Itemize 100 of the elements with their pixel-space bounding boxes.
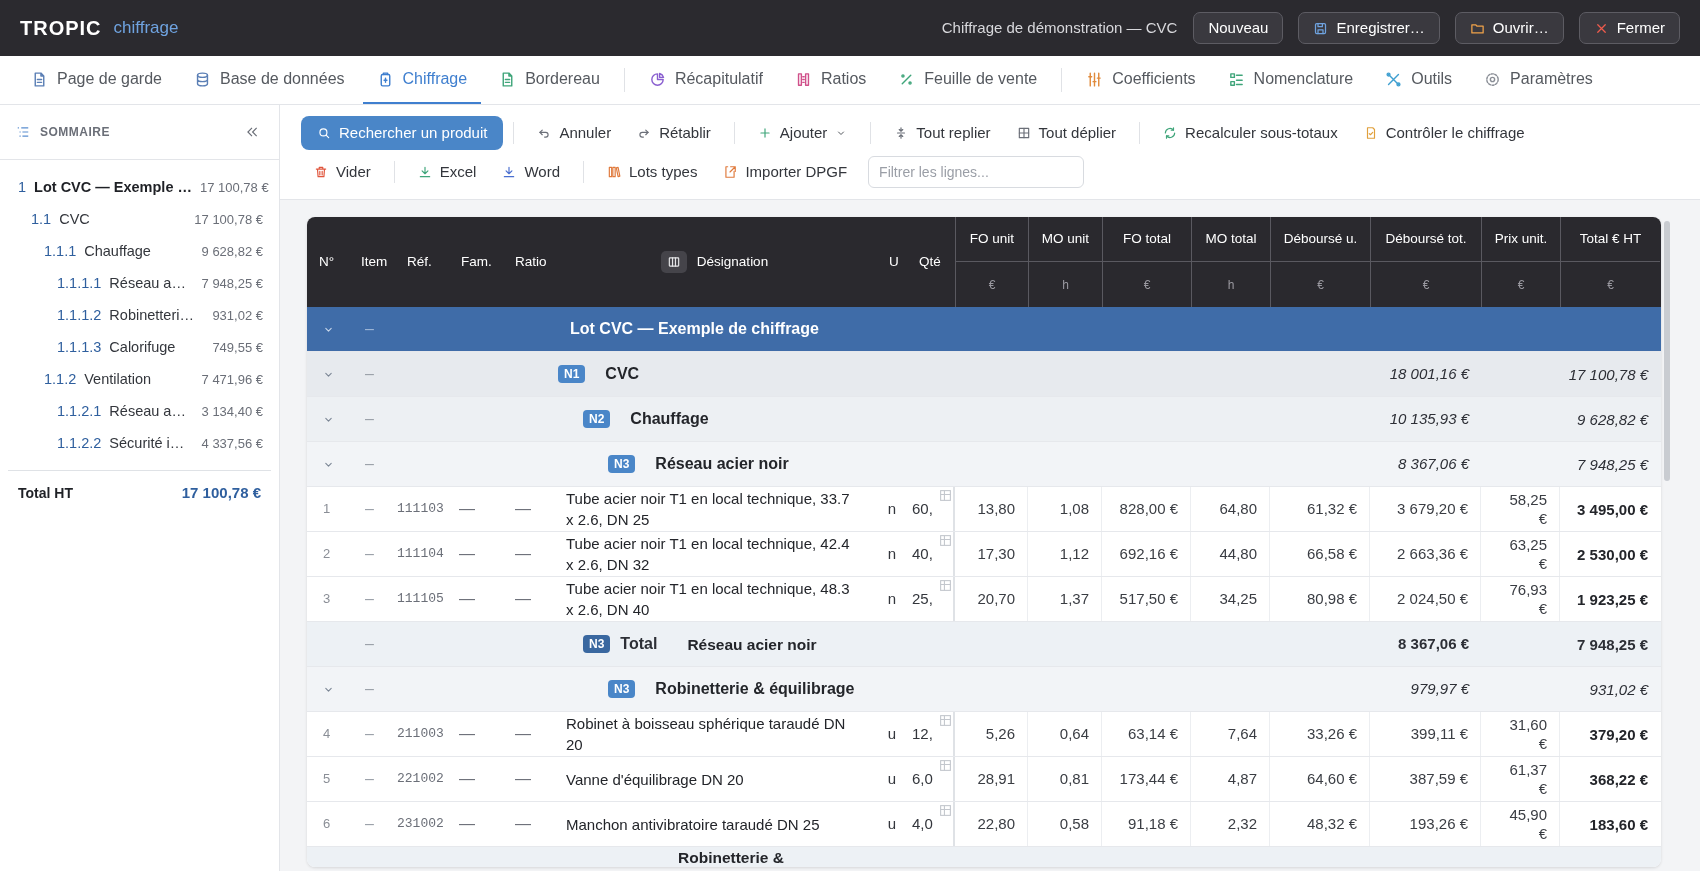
table-cell-text: — [514, 814, 532, 834]
toolbar-button[interactable]: Tout replier [881, 117, 1004, 149]
nav-tab[interactable]: Page de garde [17, 56, 176, 104]
books-icon [607, 165, 621, 179]
table-cell-text: n [886, 543, 898, 564]
toolbar-button[interactable]: Recalculer sous-totaux [1150, 117, 1351, 149]
toolbar-button[interactable]: Rechercher un produit [301, 116, 504, 150]
group-title: CVC [605, 364, 640, 384]
nav-tab[interactable]: Récapitulatif [634, 56, 777, 104]
table-cell-text: — [458, 589, 476, 609]
summary-item[interactable]: 1.1.2.2 Sécurité i… 4 337,56 € [8, 428, 271, 460]
column-header: FO total [1102, 217, 1191, 262]
table-cell: 31,60 € [1481, 712, 1560, 756]
toolbar-button[interactable]: Ajouter [744, 117, 861, 149]
filter-field[interactable]: Filtrer les lignes... [868, 156, 1085, 188]
grid-icon[interactable] [939, 714, 952, 727]
total-value: 17 100,78 € [181, 483, 261, 504]
toolbar-button[interactable]: Contrôler le chiffrage [1350, 117, 1538, 149]
table-cell-text: Robinet à boisseau sphérique taraudé DN 20 [565, 714, 847, 755]
summary-item[interactable]: 1 Lot CVC — Exemple … 17 100,78 € [8, 172, 271, 204]
table-cell-text: 2 530,00 € [1576, 544, 1649, 565]
grid-icon[interactable] [939, 489, 952, 502]
nav-tab[interactable]: Outils [1371, 56, 1467, 104]
table-cell-text: – [364, 544, 375, 564]
toolbar-button[interactable]: Annuler [524, 117, 625, 149]
summary-item[interactable]: 1.1.2 Ventilation 7 471,96 € [8, 364, 271, 396]
table-cell-text: — [458, 769, 476, 789]
grid-icon[interactable] [939, 759, 952, 772]
table-cell-text: — [514, 724, 532, 744]
table-cell-text: 1 923,25 € [1576, 589, 1649, 610]
nav-tab[interactable]: Feuille de vente [884, 56, 1052, 104]
summary-item[interactable]: 1.1.1 Chauffage 9 628,82 € [8, 236, 271, 268]
group-title: Chauffage [630, 409, 709, 429]
table-cell-text: 379,20 € [1588, 724, 1649, 745]
summary-item[interactable]: 1.1.1.3 Calorifuge 749,55 € [8, 332, 271, 364]
table-cell: 3 679,20 € [1370, 487, 1481, 531]
header-button[interactable]: Ouvrir… [1454, 12, 1564, 44]
redo-icon [637, 126, 652, 140]
table-cell-text: 211003 [396, 725, 445, 744]
column-picker-button[interactable] [660, 251, 687, 273]
nav-tab[interactable]: Ratios [780, 56, 881, 104]
nav-tab[interactable]: Paramètres [1470, 56, 1607, 104]
grid-icon[interactable] [939, 534, 952, 547]
toolbar-button[interactable]: Vider [301, 156, 384, 188]
table-cell: 7,64 [1191, 712, 1270, 756]
table-cell-text: 1 [322, 500, 332, 519]
table-cell: 17,30 [955, 532, 1028, 576]
table-cell: 0,58 [1028, 802, 1102, 846]
table-cell: 58,25 € [1481, 487, 1560, 531]
columns-icon [666, 255, 681, 269]
summary-item[interactable]: 1.1.2.1 Réseau a… 3 134,40 € [8, 396, 271, 428]
nav-tab[interactable]: Nomenclature [1213, 56, 1368, 104]
nav-tab[interactable]: Bordereau [485, 56, 614, 104]
summary-item[interactable]: 1.1 CVC 17 100,78 € [8, 204, 271, 236]
table-cell-text: 4,0 [912, 813, 933, 834]
item-cell-text: – [364, 319, 375, 339]
table-cell: 13,80 [955, 487, 1028, 531]
toolbar-button[interactable]: Lots types [594, 156, 711, 188]
table-cell: 0,64 [1028, 712, 1102, 756]
table-cell: 64,80 [1191, 487, 1270, 531]
grid-icon [1016, 126, 1031, 140]
table-cell: 45,90 € [1481, 802, 1560, 846]
summary-item[interactable]: 1.1.1.2 Robinetteri… 931,02 € [8, 300, 271, 332]
group-title: Lot CVC — Exemple de chiffrage [570, 319, 819, 339]
toolbar-button[interactable]: Word [489, 156, 573, 188]
table-cell-text: 368,22 € [1588, 769, 1649, 790]
group-total: 9 628,82 € [1576, 409, 1650, 429]
toolbar-button[interactable]: Excel [404, 156, 490, 188]
table-cell-text: 231002 [396, 815, 445, 834]
header-button[interactable]: Fermer [1578, 12, 1680, 44]
subtotal-value: 8 367,06 € [1397, 633, 1470, 654]
scrollbar[interactable] [1664, 221, 1670, 481]
grid-icon[interactable] [939, 804, 952, 817]
column-header: Fam. [461, 252, 492, 271]
search-icon [317, 126, 331, 140]
table-cell-text: Vanne d'équilibrage DN 20 [565, 769, 745, 790]
table-cell-text: Tube acier noir T1 en local technique, 33.7 x 2.6, DN 25 [565, 489, 851, 530]
table-cell: 80,98 € [1270, 577, 1370, 621]
table-cell-text: n [886, 498, 898, 519]
grid-icon[interactable] [939, 579, 952, 592]
table-cell-text: 2 [322, 545, 332, 564]
table-cell-text: 60, [912, 498, 933, 519]
header-button[interactable]: Nouveau [1193, 12, 1284, 44]
nav-tab[interactable]: Coefficients [1072, 56, 1210, 104]
toolbar-button[interactable]: Importer DPGF [710, 156, 861, 188]
table-cell-text: n [886, 588, 898, 609]
table-cell-text: Tube acier noir T1 en local technique, 48.3 x 2.6, DN 40 [565, 579, 851, 620]
table-cell-text: 12, [912, 723, 933, 744]
table-cell: 828,00 € [1102, 487, 1191, 531]
toolbar-button[interactable]: Rétablir [624, 117, 724, 149]
summary-item[interactable]: 1.1.1.1 Réseau a… 7 948,25 € [8, 268, 271, 300]
table-cell-text: — [514, 499, 532, 519]
item-cell-text: – [364, 634, 375, 654]
list-icon [16, 125, 30, 139]
group-total: 17 100,78 € [1567, 364, 1650, 384]
column-header: Item [361, 252, 388, 271]
toolbar-button[interactable]: Tout déplier [1003, 117, 1130, 149]
nav-tab[interactable]: Base de données [180, 56, 359, 104]
header-button[interactable]: Enregistrer… [1298, 12, 1440, 44]
column-header: Réf. [407, 252, 432, 271]
